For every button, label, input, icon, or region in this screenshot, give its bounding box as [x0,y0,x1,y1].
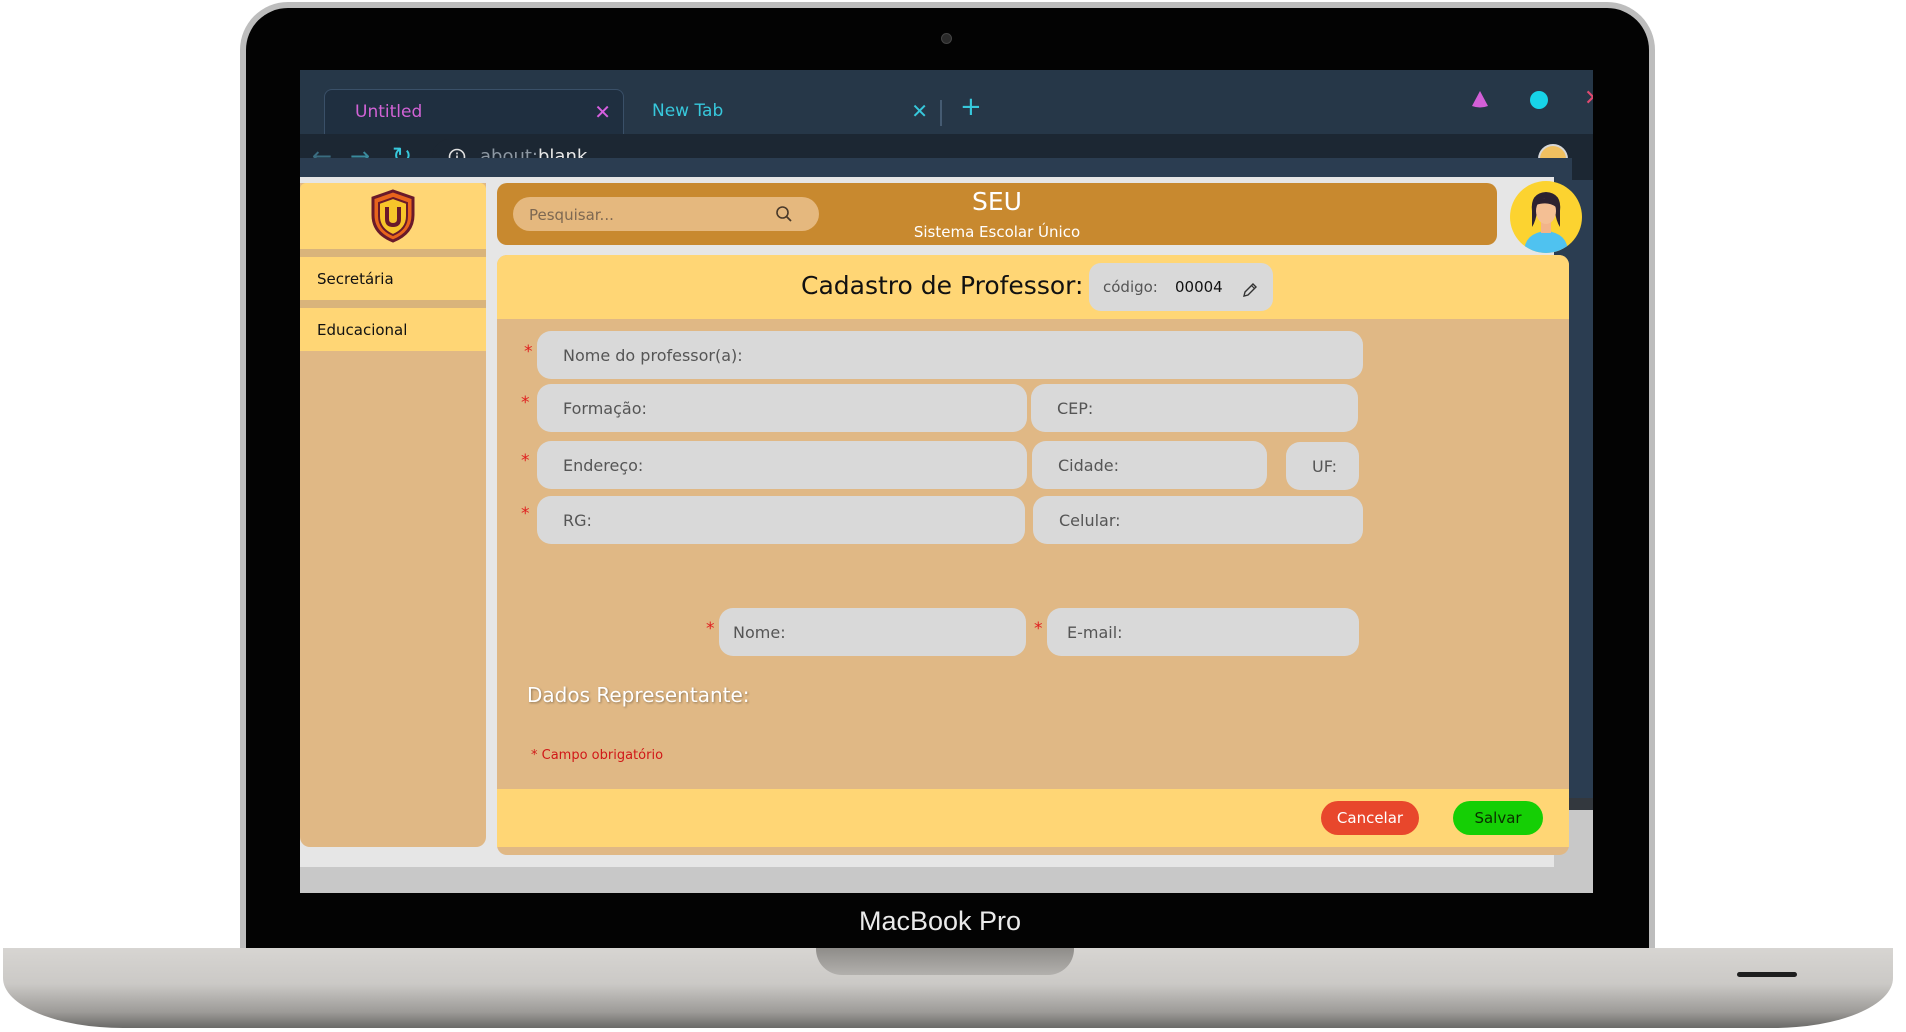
tab-separator [940,100,942,126]
representative-label: Dados Representante: [527,683,750,707]
representative-name-field[interactable] [719,608,1026,656]
cellphone-field[interactable] [1033,496,1363,544]
camera-icon [941,33,952,44]
required-field-note: * Campo obrigatório [531,748,664,763]
sidebar-item-label: Secretária [317,270,394,288]
app-subtitle: Sistema Escolar Único [913,223,1081,241]
form-header: Cadastro de Professor: código: 00004 [497,255,1569,319]
required-marker: * [521,504,530,524]
user-avatar[interactable] [1510,181,1582,253]
sidebar-item-secretaria[interactable]: Secretária [300,257,486,300]
sidebar-item-label: Educacional [317,321,408,339]
cancel-button[interactable]: Cancelar [1321,801,1419,835]
required-marker: * [524,342,533,362]
required-marker: * [521,451,530,471]
required-marker: * [706,619,715,639]
triangle-extension-icon[interactable] [1470,89,1490,109]
education-field[interactable] [537,384,1027,432]
close-tab-icon[interactable]: ✕ [594,100,611,124]
sidebar-item-educacional[interactable]: Educacional [300,308,486,351]
tab-title: New Tab [652,101,724,121]
circle-extension-icon[interactable] [1530,91,1548,109]
sidebar-logo-area [300,183,486,249]
code-value: 00004 [1175,278,1223,296]
pencil-edit-icon[interactable] [1241,281,1259,299]
shield-logo-icon [371,189,415,243]
avatar-icon [1524,192,1568,253]
form-footer: Cancelar Salvar [497,789,1569,847]
sidebar-divider [300,249,486,257]
form-title: Cadastro de Professor: [801,271,1084,300]
new-tab-icon[interactable]: + [960,92,982,122]
required-marker: * [521,393,530,413]
address-field[interactable] [537,441,1027,489]
laptop-notch [816,948,1074,975]
tab-bar: Untitled ✕ New Tab ✕ + ✕ [300,70,1593,135]
device-label: MacBook Pro [858,906,1022,936]
app-title: SEU [972,187,1022,216]
code-box: código: 00004 [1089,263,1273,311]
screen: Untitled ✕ New Tab ✕ + ✕ ← → ↻ about:bla… [300,70,1593,893]
close-window-icon[interactable]: ✕ [1584,86,1593,111]
city-field[interactable] [1032,441,1267,489]
laptop-slot [1737,972,1797,977]
tab-new-tab[interactable]: New Tab ✕ [622,89,940,134]
tab-title: Untitled [355,102,423,122]
app-window: Secretária Educacional SEU Sistema Escol… [300,177,1582,867]
required-marker: * [1034,619,1043,639]
sidebar: Secretária Educacional [300,183,486,847]
rg-field[interactable] [537,496,1025,544]
header-bar: SEU Sistema Escolar Único [497,183,1497,245]
teacher-name-field[interactable] [537,331,1363,379]
representative-email-field[interactable] [1047,608,1359,656]
save-button[interactable]: Salvar [1453,801,1543,835]
cep-field[interactable] [1031,384,1358,432]
code-label: código: [1103,278,1158,296]
tab-untitled[interactable]: Untitled ✕ [324,89,624,135]
close-tab-icon[interactable]: ✕ [911,99,928,123]
teacher-form-panel: Cadastro de Professor: código: 00004 * *… [497,255,1569,855]
sidebar-divider [300,300,486,308]
state-field[interactable] [1286,442,1359,490]
